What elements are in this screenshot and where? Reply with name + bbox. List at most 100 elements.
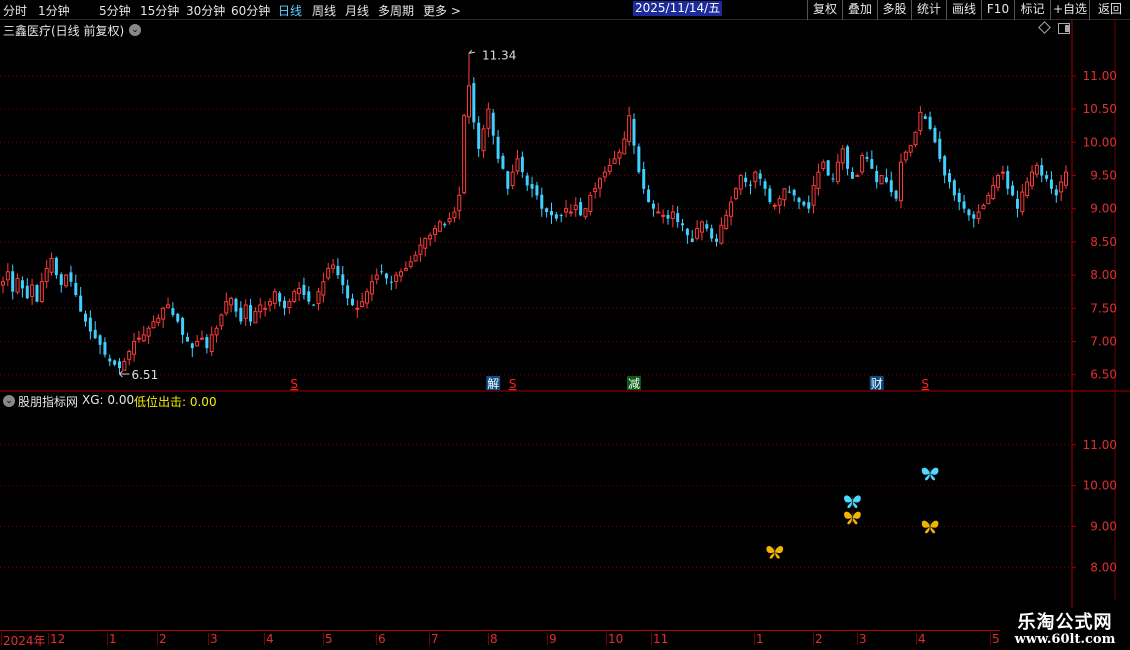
candle-body: [146, 327, 151, 337]
candle-body: [1000, 171, 1005, 174]
date-tick-label: 1: [109, 632, 117, 646]
candle-body: [403, 267, 408, 271]
candle-body: [59, 274, 63, 286]
date-tick-label: 4: [266, 632, 274, 646]
watermark-logo: 乐淘公式网 www.60lt.com: [1000, 608, 1130, 650]
candle-body: [952, 180, 956, 196]
date-separator: [48, 633, 49, 645]
candle-body: [1059, 181, 1064, 193]
candle-body: [948, 173, 952, 183]
candle-body: [136, 337, 141, 340]
candlestick-series: [1, 53, 1068, 375]
stock-chart[interactable]: 11.346.51S 解 S 减财 S 11.0010.5010.009.509.008…: [0, 0, 1130, 650]
date-tick-label: 2: [815, 632, 823, 646]
candle-body: [695, 228, 700, 239]
candle-body: [651, 203, 655, 209]
candle-body: [331, 264, 336, 269]
candle-body: [797, 197, 801, 203]
indicator-series: [766, 467, 939, 559]
candle-body: [141, 334, 146, 342]
panel-toggle-icon[interactable]: [1058, 23, 1070, 34]
candle-body: [573, 204, 578, 210]
candle-body: [408, 261, 413, 267]
candle-body: [661, 214, 666, 217]
candle-body: [491, 112, 495, 136]
candle-body: [733, 188, 738, 200]
candle-body: [588, 194, 593, 212]
date-tick-label: 2: [159, 632, 167, 646]
candle-body: [772, 204, 777, 207]
date-separator: [754, 633, 755, 645]
candle-body: [394, 274, 399, 282]
candle-body: [835, 161, 840, 182]
low-price-label: 6.51: [131, 368, 158, 382]
price-tick-label: 10.00: [1083, 135, 1117, 149]
cursor-date-label: 2025/11/14/五: [633, 1, 723, 16]
candle-body: [898, 161, 903, 202]
indicator-xg-value: XG: 0.00: [82, 393, 135, 407]
candle-body: [413, 254, 418, 262]
candle-body: [1049, 179, 1053, 189]
date-separator: [916, 633, 917, 645]
candle-body: [627, 115, 632, 142]
candle-body: [656, 211, 661, 214]
date-separator: [990, 633, 991, 645]
candle-body: [205, 337, 209, 349]
candle-body: [753, 171, 758, 183]
candle-body: [25, 285, 29, 299]
date-tick-label: 5: [325, 632, 333, 646]
event-marker-label: 解: [487, 377, 499, 391]
candle-body: [676, 213, 680, 222]
candle-body: [991, 184, 996, 200]
candle-body: [418, 244, 423, 255]
candle-body: [670, 211, 675, 219]
candle-body: [879, 174, 884, 185]
candle-body: [593, 188, 598, 192]
indicator-menu-icon[interactable]: ⌄: [3, 395, 15, 407]
candle-body: [39, 281, 44, 302]
candle-body: [554, 214, 558, 219]
candle-body: [214, 327, 219, 336]
candle-body: [884, 177, 888, 183]
candle-body: [744, 177, 748, 183]
indicator-tick-label: 11.00: [1083, 438, 1117, 452]
candle-body: [312, 304, 316, 306]
candle-body: [719, 224, 724, 244]
candle-body: [30, 284, 35, 297]
candle-body: [432, 228, 437, 236]
candle-body: [127, 350, 132, 360]
candle-body: [748, 184, 752, 186]
candle-body: [923, 116, 927, 120]
date-tick-label: 9: [549, 632, 557, 646]
candle-body: [802, 201, 806, 206]
candle-body: [11, 271, 15, 292]
indicator-low-value: 低位出击: 0.00: [134, 395, 217, 409]
candle-body: [535, 185, 539, 196]
candle-body: [962, 201, 966, 209]
candle-body: [875, 171, 879, 183]
candle-body: [253, 311, 258, 324]
date-separator: [813, 633, 814, 645]
indicator-tick-label: 10.00: [1083, 479, 1117, 493]
chevron-down-icon[interactable]: ⌄: [129, 24, 141, 36]
candle-body: [1045, 175, 1049, 179]
candle-body: [243, 304, 248, 319]
candle-body: [1, 281, 5, 286]
candle-body: [782, 188, 787, 201]
signal-markers: 11.346.51S 解 S 减财 S: [119, 48, 929, 391]
high-price-label: 11.34: [482, 48, 516, 62]
candle-body: [462, 115, 467, 194]
candle-body: [132, 341, 137, 355]
candle-body: [792, 189, 796, 196]
candle-body: [466, 85, 471, 118]
indicator-tick-label: 8.00: [1090, 560, 1117, 574]
candle-body: [224, 301, 229, 314]
candle-body: [710, 228, 714, 239]
candle-body: [346, 285, 350, 299]
price-tick-label: 9.00: [1090, 202, 1117, 216]
date-tick-label: 5: [992, 632, 1000, 646]
candle-body: [272, 291, 277, 304]
candle-body: [967, 209, 971, 216]
candle-body: [705, 224, 709, 229]
date-separator: [264, 633, 265, 645]
